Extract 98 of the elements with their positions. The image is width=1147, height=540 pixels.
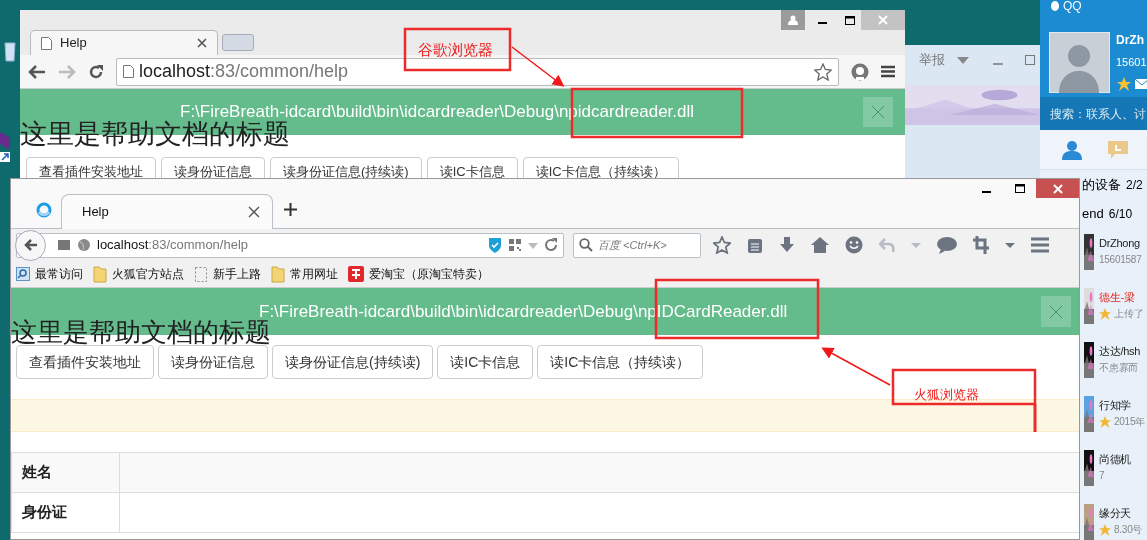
extension-icon[interactable] [851,62,869,81]
action-button[interactable]: 读身份证信息(持续读) [272,345,434,379]
arrow [511,46,565,87]
shield-icon[interactable] [488,236,502,254]
globe-icon [77,236,91,254]
close-icon [871,105,885,119]
loading-icon [36,202,52,218]
document-icon [41,36,52,50]
reading-list-icon[interactable] [747,236,763,254]
back-icon[interactable] [28,64,46,79]
maximize-icon [1015,184,1025,193]
app-title: QQ [1063,0,1082,12]
mail-icon[interactable] [1135,79,1147,89]
annotation-label: 谷歌浏览器 [418,40,493,60]
report-menu[interactable]: 举报 [919,50,945,70]
contact-name[interactable]: 缘分天 [1099,504,1143,522]
action-button[interactable]: 读IC卡信息 [437,345,534,379]
contact-name[interactable]: DrZhong [1099,234,1142,252]
document-icon [123,65,134,78]
person-icon [788,15,798,25]
bookmark[interactable]: 常用网址 [271,265,338,283]
table-cell: 身份证 [12,493,120,532]
recycle-bin-icon[interactable] [3,40,17,62]
contact-name[interactable]: 尚德机 [1099,450,1132,468]
qr-code-icon[interactable] [508,236,522,254]
contact-status: 2015年 [1114,415,1145,429]
star-icon[interactable] [814,62,832,81]
search-field[interactable]: 搜索：联系人、讨 [1040,97,1147,130]
download-icon[interactable] [779,236,795,254]
action-button[interactable]: 查看插件安装地址 [26,157,156,178]
action-button[interactable]: 读IC卡信息 [426,157,518,178]
close-icon [1049,304,1063,319]
shortcut-icon[interactable] [0,152,10,162]
maximize-icon [845,15,855,25]
crop-icon[interactable] [973,236,989,254]
folder-icon [271,265,285,283]
group-count: 2/2 [1126,176,1143,194]
arrow [821,347,891,386]
close-icon[interactable] [248,206,260,218]
smiley-icon[interactable] [845,236,863,254]
browser-tab[interactable]: Help [30,30,218,55]
star-icon[interactable] [713,236,731,254]
minimize-icon [817,22,827,24]
contact-status: 15601587 [1099,253,1142,267]
close-icon[interactable] [197,38,207,48]
bookmark[interactable]: 爱淘宝（原淘宝特卖） [348,265,489,283]
search-field[interactable]: 百度 <Ctrl+K> [573,232,701,258]
home-icon[interactable] [811,236,829,254]
penguin-icon [1050,1,1060,11]
contact-status: 7 [1099,469,1105,483]
maximize-icon[interactable] [1025,55,1035,65]
contact-name[interactable]: 德生-梁 [1099,288,1144,306]
back-button[interactable] [15,229,46,261]
bookmark[interactable]: 最常访问 [16,265,83,283]
page-heading: 这里是帮助文档的标题 [20,119,290,149]
action-button[interactable]: 读IC卡信息（持续读） [537,345,704,379]
action-button[interactable]: 读身份证信息 [161,157,265,178]
search-icon [579,238,593,252]
address-bar[interactable]: localhost:83/common/help [16,232,564,258]
browser-tab[interactable]: Help [61,194,273,229]
bookmark[interactable]: 新手上路 [194,265,261,283]
page-icon [194,265,208,283]
action-button[interactable]: 读IC卡信息（持续读） [522,157,679,178]
reload-icon[interactable] [88,63,104,80]
action-button[interactable]: 读身份证信息 [158,345,268,379]
folder-icon [93,265,107,283]
contact-status: 上传了 [1114,307,1144,321]
nickname: DrZh [1116,32,1144,49]
contacts-icon[interactable] [1062,139,1082,160]
group-label[interactable]: 的设备 [1082,174,1121,195]
action-button[interactable]: 查看插件安装地址 [16,345,154,379]
search-icon [16,265,30,283]
avatar[interactable] [1049,32,1110,93]
menu-icon[interactable] [881,65,895,78]
qq-number: 15601 [1116,55,1147,70]
close-button[interactable] [1036,179,1079,198]
table-cell: 姓名 [12,453,120,492]
star-icon[interactable] [1117,77,1131,91]
chat-icon[interactable] [937,236,957,254]
address-bar[interactable]: localhost:83/common/help [116,57,839,86]
close-icon [878,15,888,25]
group-count: 6/10 [1108,205,1133,223]
close-icon [1052,183,1063,194]
bookmark[interactable]: 火狐官方站点 [93,265,184,283]
minimize-icon [981,191,991,193]
contact-name[interactable]: 达达/hsh [1099,342,1141,360]
new-tab-icon[interactable] [284,203,297,216]
shop-icon [348,265,364,283]
menu-icon[interactable] [1031,236,1049,254]
dropdown-icon[interactable] [957,56,969,64]
contact-status: 8.30号 [1114,523,1143,537]
profile-button[interactable] [781,10,805,30]
contact-name[interactable]: 行知学 [1099,396,1145,414]
annotation-label: 火狐浏览器 [914,386,979,404]
reload-icon[interactable] [544,236,558,254]
group-label[interactable]: end [1082,203,1104,224]
back-icon [23,239,38,251]
contact-status: 不患寡而 [1099,361,1138,375]
